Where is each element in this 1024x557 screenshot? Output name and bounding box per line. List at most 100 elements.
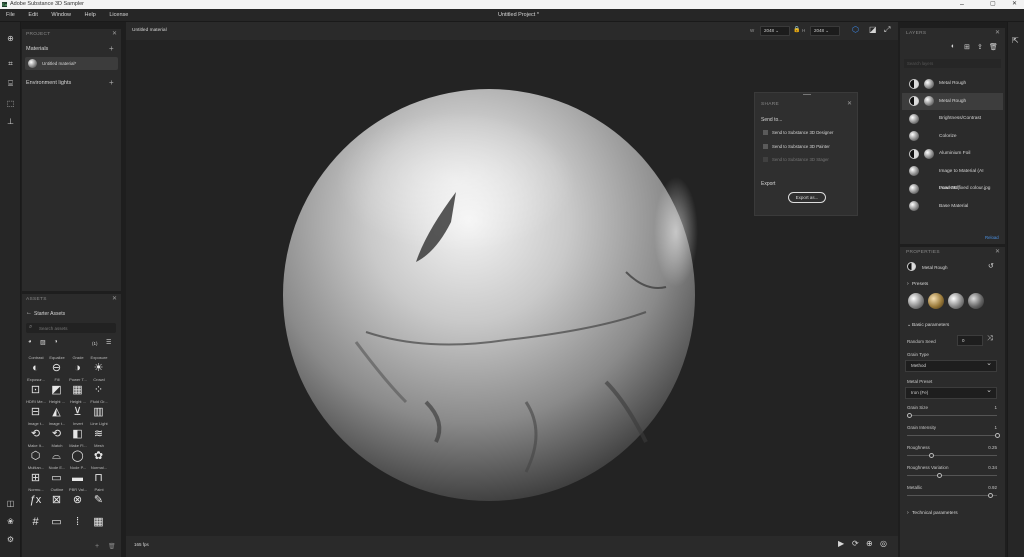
mesh-icon[interactable]: ✿ — [90, 449, 107, 463]
roughness-slider[interactable] — [907, 453, 997, 458]
materials-filter-icon[interactable]: ◕ — [28, 339, 32, 345]
environment-icon[interactable]: ⊕ — [866, 539, 873, 548]
settings-gear-icon[interactable]: ⚙ — [5, 534, 16, 545]
images-filter-icon[interactable]: ▨ — [40, 339, 46, 346]
assets-search-input[interactable]: Search assets — [39, 326, 68, 331]
community-icon[interactable]: ❀ — [5, 516, 16, 527]
grain-size-slider[interactable] — [907, 413, 997, 418]
close-window-icon[interactable]: ✕ — [1012, 0, 1017, 9]
layer-item[interactable]: Aluminium Foil — [902, 145, 1003, 162]
paint-icon[interactable]: ✎ — [90, 493, 107, 507]
image-icon[interactable]: ⟲ — [48, 427, 65, 441]
menu-window[interactable]: Window — [51, 12, 71, 18]
dots-icon[interactable]: ⁞ — [69, 515, 86, 529]
line-light-icon[interactable]: ≋ — [90, 427, 107, 441]
outline-icon[interactable]: ⊠ — [48, 493, 65, 507]
exposure-icon[interactable]: ⊡ — [27, 383, 44, 397]
grain-intensity-knob[interactable] — [995, 433, 1000, 438]
metal-preset-select[interactable]: Iron (Fe) — [905, 386, 997, 399]
presets-label[interactable]: Presets — [912, 282, 928, 287]
technical-chevron-icon[interactable]: › — [907, 510, 909, 516]
random-seed-input[interactable]: 0 — [957, 335, 983, 346]
rotate-icon[interactable]: ⟳ — [852, 539, 859, 548]
export-layer-icon[interactable]: ⇪ — [977, 43, 983, 51]
display-settings-icon[interactable]: ◎ — [880, 539, 887, 548]
lock-ratio-icon[interactable]: 🔒 — [793, 26, 800, 33]
layer-item[interactable]: Metal Rough — [902, 75, 1003, 92]
delete-asset-icon[interactable]: 🗑 — [108, 543, 116, 550]
3d-view-icon[interactable]: ⬡ — [852, 25, 859, 34]
add-icon[interactable]: ⊕ — [5, 33, 16, 44]
height-icon[interactable]: ◭ — [48, 405, 65, 419]
assets-search-field[interactable]: ⌕ Search assets — [26, 323, 116, 333]
grain-size-knob[interactable] — [907, 413, 912, 418]
layer-item[interactable]: Metal Rough — [902, 92, 1003, 110]
technical-params-label[interactable]: Technical parameters — [912, 511, 958, 516]
node-icon[interactable]: ▭ — [48, 471, 65, 485]
camera-icon[interactable]: ▶ — [838, 539, 844, 548]
menu-edit[interactable]: Edit — [28, 12, 37, 18]
material-item[interactable]: Untitled material* — [25, 57, 118, 70]
2d-view-icon[interactable]: ◪ — [869, 25, 877, 34]
roughness-knob[interactable] — [929, 453, 934, 458]
close-share-icon[interactable]: ✕ — [847, 100, 852, 107]
roughness-variation-knob[interactable] — [936, 473, 942, 478]
close-properties-icon[interactable]: ✕ — [995, 248, 1000, 255]
metallic-slider[interactable] — [907, 493, 997, 498]
minimize-icon[interactable]: – — [960, 0, 964, 9]
grain-type-select[interactable]: Method — [905, 359, 997, 372]
image-icon[interactable]: ⟲ — [27, 427, 44, 441]
share-icon[interactable]: ⇱ — [1012, 36, 1019, 45]
list-view-icon[interactable]: ☰ — [106, 339, 111, 346]
add-asset-icon[interactable]: + — [95, 543, 99, 550]
height-select[interactable]: 2048 ⌄ — [810, 26, 840, 36]
delete-layer-icon[interactable]: 🗑 — [989, 43, 998, 51]
menu-file[interactable]: File — [6, 12, 15, 18]
close-layers-icon[interactable]: ✕ — [995, 29, 1000, 36]
close-assets-icon[interactable]: ✕ — [112, 295, 117, 302]
back-arrow-icon[interactable]: ← — [26, 310, 32, 316]
preset-iron[interactable] — [968, 293, 984, 309]
make-flat-icon[interactable]: ◯ — [69, 449, 86, 463]
equalize-icon[interactable]: ⊖ — [48, 361, 65, 375]
layer-item[interactable]: Brightness/Contrast — [902, 110, 1003, 127]
node-icon[interactable]: ▬ — [69, 471, 86, 485]
make-icon[interactable]: ⬡ — [27, 449, 44, 463]
layers-search-input[interactable]: Search layers — [907, 61, 933, 66]
frame-icon[interactable]: ⬚ — [5, 98, 16, 109]
send-painter[interactable]: Send to Substance 3D Painter — [763, 144, 857, 152]
add-material-icon[interactable]: + — [109, 44, 114, 53]
environment-filter-icon[interactable]: ◑ — [54, 339, 58, 345]
crop-icon[interactable]: ⌗ — [5, 58, 16, 69]
invert-icon[interactable]: ◧ — [69, 427, 86, 441]
metallic-knob[interactable] — [987, 493, 993, 498]
maximize-icon[interactable]: ▢ — [990, 0, 996, 9]
height-icon[interactable]: ⊻ — [69, 405, 86, 419]
fullscreen-icon[interactable]: ⤢ — [884, 25, 890, 35]
contrast-icon[interactable]: ◐ — [27, 361, 44, 375]
crowd-icon[interactable]: ⁘ — [90, 383, 107, 397]
presets-chevron-icon[interactable]: › — [907, 281, 909, 287]
preset-silver[interactable] — [908, 293, 924, 309]
multiangle-icon[interactable]: ⊞ — [27, 471, 44, 485]
fx-icon[interactable]: ƒx — [27, 493, 44, 507]
mask-icon[interactable]: ◐ — [951, 43, 955, 50]
layers-search-field[interactable]: Search layers — [904, 59, 1001, 68]
send-stager[interactable]: Send to Substance 3D Stager — [763, 157, 857, 165]
width-select[interactable]: 2048 ⌄ — [760, 26, 790, 36]
landscape-icon[interactable]: ▭ — [48, 515, 65, 529]
layer-item[interactable]: Base Material — [902, 198, 1003, 215]
roughness-variation-slider[interactable] — [907, 473, 997, 478]
basic-params-label[interactable]: Basic parameters — [912, 323, 949, 328]
reload-link[interactable]: Reload — [985, 235, 999, 240]
menu-license[interactable]: License — [109, 12, 128, 18]
pattern-icon[interactable]: ▦ — [90, 515, 107, 529]
add-env-light-icon[interactable]: + — [109, 78, 114, 87]
drag-handle[interactable] — [803, 94, 811, 95]
power-icon[interactable]: ▦ — [69, 383, 86, 397]
transform-icon[interactable]: ⌸ — [5, 78, 16, 89]
grain-intensity-slider[interactable] — [907, 433, 1000, 438]
layer-item[interactable]: Colorize — [902, 128, 1003, 145]
export-as-button[interactable]: Export as... — [788, 192, 826, 203]
add-layer-icon[interactable]: ⊞ — [964, 43, 970, 51]
